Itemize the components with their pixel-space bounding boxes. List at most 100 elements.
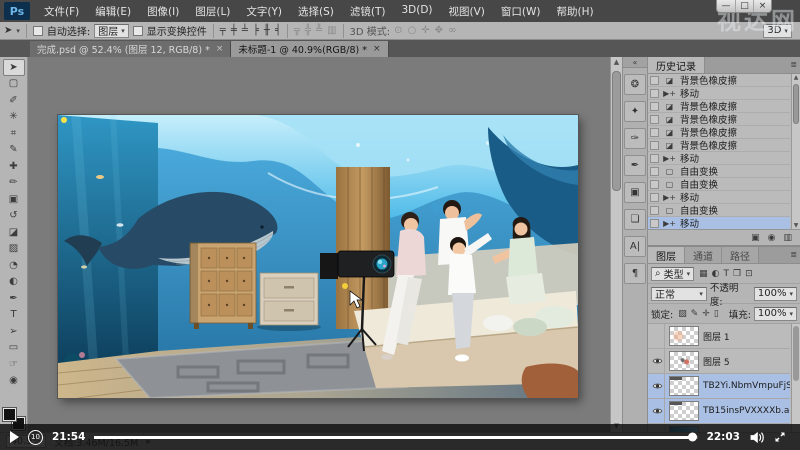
- gradient-tool[interactable]: ▨: [3, 241, 25, 258]
- menu-item-2[interactable]: 图像(I): [139, 1, 187, 22]
- menu-item-8[interactable]: 视图(V): [441, 1, 493, 22]
- history-source-checkbox[interactable]: [650, 205, 659, 215]
- distribute-vertical-centers-icon[interactable]: ╬: [305, 25, 311, 36]
- zoom-tool[interactable]: ◉: [3, 373, 25, 390]
- layer-filter-dropdown[interactable]: ⌕ 类型 ▾: [651, 266, 695, 281]
- foreground-color-swatch[interactable]: [2, 407, 17, 422]
- history-brush-tool[interactable]: ↺: [3, 208, 25, 225]
- quick-selection-tool[interactable]: ✳: [3, 109, 25, 126]
- dodge-tool[interactable]: ◐: [3, 274, 25, 291]
- filter-type-layers-icon[interactable]: T: [724, 269, 730, 279]
- minimize-button[interactable]: —: [717, 0, 735, 12]
- menu-item-0[interactable]: 文件(F): [36, 1, 87, 22]
- blur-tool[interactable]: ◔: [3, 257, 25, 274]
- hand-tool[interactable]: ☞: [3, 356, 25, 373]
- align-bottom-edges-icon[interactable]: ╧: [242, 25, 248, 36]
- lock-transparent-pixels-icon[interactable]: ▨: [678, 309, 687, 319]
- clone-stamp-tool[interactable]: ▣: [3, 191, 25, 208]
- layers-scrollbar[interactable]: [791, 324, 800, 432]
- new-snapshot-icon[interactable]: ◉: [768, 233, 776, 243]
- maximize-button[interactable]: □: [735, 0, 753, 12]
- path-selection-tool[interactable]: ➢: [3, 323, 25, 340]
- blend-mode-dropdown[interactable]: 正常 ▾: [651, 286, 707, 301]
- align-left-edges-icon[interactable]: ╞: [253, 25, 259, 36]
- filter-shape-layers-icon[interactable]: ❐: [733, 269, 741, 279]
- history-source-checkbox[interactable]: [650, 101, 659, 111]
- history-source-checkbox[interactable]: [650, 166, 659, 176]
- clone-source-panel-icon[interactable]: ▣: [624, 182, 646, 203]
- volume-icon[interactable]: [749, 430, 765, 444]
- 3d-drag-icon[interactable]: ✛: [421, 25, 429, 36]
- history-state[interactable]: ▢ 自由变换: [648, 204, 790, 217]
- auto-select-checkbox[interactable]: [32, 25, 43, 36]
- history-state[interactable]: ◪ 背景色橡皮擦: [648, 139, 790, 152]
- history-state[interactable]: ▶+ 移动: [648, 152, 790, 165]
- 3d-scale-icon[interactable]: ∞: [448, 25, 456, 36]
- marquee-tool[interactable]: ▢: [3, 76, 25, 93]
- panel-menu-icon[interactable]: ≣: [790, 60, 797, 69]
- align-vertical-centers-icon[interactable]: ╪: [231, 25, 237, 36]
- canvas-scrollbar[interactable]: ▲ ▼: [610, 57, 622, 432]
- eyedropper-tool[interactable]: ✎: [3, 142, 25, 159]
- tool-preset-caret[interactable]: ▾: [16, 27, 20, 35]
- menu-item-5[interactable]: 选择(S): [290, 1, 342, 22]
- progress-knob[interactable]: [687, 432, 697, 442]
- collapse-dock-icon[interactable]: «: [623, 57, 647, 68]
- layer-row[interactable]: 图层 1: [648, 324, 790, 349]
- tab-layers[interactable]: 图层: [648, 247, 685, 263]
- tab-paths[interactable]: 路径: [722, 247, 759, 263]
- visibility-eye-icon[interactable]: [650, 349, 665, 373]
- menu-item-6[interactable]: 滤镜(T): [342, 1, 394, 22]
- tab-channels[interactable]: 通道: [685, 247, 722, 263]
- lock-image-pixels-icon[interactable]: ✎: [691, 309, 699, 319]
- scrollbar-thumb[interactable]: [793, 326, 799, 381]
- workspace-dropdown[interactable]: 3D ▾: [763, 23, 792, 38]
- layer-row[interactable]: 图层 5: [648, 349, 790, 374]
- panel-menu-icon[interactable]: ≣: [790, 250, 797, 259]
- scroll-up-icon[interactable]: ▲: [611, 57, 622, 68]
- 3d-slide-icon[interactable]: ✥: [435, 25, 443, 36]
- history-scrollbar[interactable]: ▲ ▼: [791, 74, 800, 229]
- history-state[interactable]: ◪ 背景色橡皮擦: [648, 74, 790, 87]
- menu-item-9[interactable]: 窗口(W): [493, 1, 549, 22]
- shape-tool[interactable]: ▭: [3, 340, 25, 357]
- delete-state-icon[interactable]: ▥: [783, 233, 792, 243]
- healing-brush-tool[interactable]: ✚: [3, 158, 25, 175]
- 3d-roll-icon[interactable]: ○: [408, 25, 417, 36]
- align-top-edges-icon[interactable]: ╤: [220, 25, 226, 36]
- layer-comps-panel-icon[interactable]: ❏: [624, 209, 646, 230]
- history-source-checkbox[interactable]: [650, 179, 659, 189]
- visibility-eye-icon[interactable]: [650, 399, 665, 423]
- history-source-checkbox[interactable]: [650, 140, 659, 150]
- history-state[interactable]: ▶+ 移动: [648, 217, 790, 229]
- history-source-checkbox[interactable]: [650, 192, 659, 202]
- history-source-checkbox[interactable]: [650, 153, 659, 163]
- brush-tool[interactable]: ✏: [3, 175, 25, 192]
- new-document-from-state-icon[interactable]: ▣: [751, 233, 760, 243]
- history-state[interactable]: ▶+ 移动: [648, 191, 790, 204]
- replay-10-button[interactable]: 10: [28, 429, 43, 445]
- layer-row[interactable]: TB15insPVXXXXb.ap...: [648, 399, 790, 424]
- auto-select-dropdown[interactable]: 图层 ▾: [94, 23, 129, 38]
- align-right-edges-icon[interactable]: ╡: [275, 25, 281, 36]
- close-icon[interactable]: ×: [373, 44, 381, 54]
- auto-align-layers-icon[interactable]: ▥: [327, 25, 336, 36]
- scroll-down-icon[interactable]: ▼: [792, 222, 800, 229]
- character-panel-icon[interactable]: A|: [624, 236, 646, 257]
- menu-item-4[interactable]: 文字(Y): [238, 1, 290, 22]
- lock-position-icon[interactable]: ✛: [702, 309, 710, 319]
- lock-all-icon[interactable]: ▯: [714, 309, 719, 319]
- eraser-tool[interactable]: ◪: [3, 224, 25, 241]
- play-button[interactable]: [10, 431, 19, 443]
- fill-dropdown[interactable]: 100% ▾: [753, 306, 797, 321]
- brush-panel-icon[interactable]: ✑: [624, 128, 646, 149]
- history-source-checkbox[interactable]: [650, 75, 659, 85]
- close-button[interactable]: ×: [753, 0, 771, 12]
- styles-panel-icon[interactable]: ✦: [624, 101, 646, 122]
- menu-item-3[interactable]: 图层(L): [187, 1, 238, 22]
- filter-smart-objects-icon[interactable]: ⊡: [745, 269, 753, 279]
- history-source-checkbox[interactable]: [650, 127, 659, 137]
- menu-item-7[interactable]: 3D(D): [393, 1, 440, 22]
- history-state[interactable]: ▢ 自由变换: [648, 178, 790, 191]
- fullscreen-icon[interactable]: [774, 430, 790, 444]
